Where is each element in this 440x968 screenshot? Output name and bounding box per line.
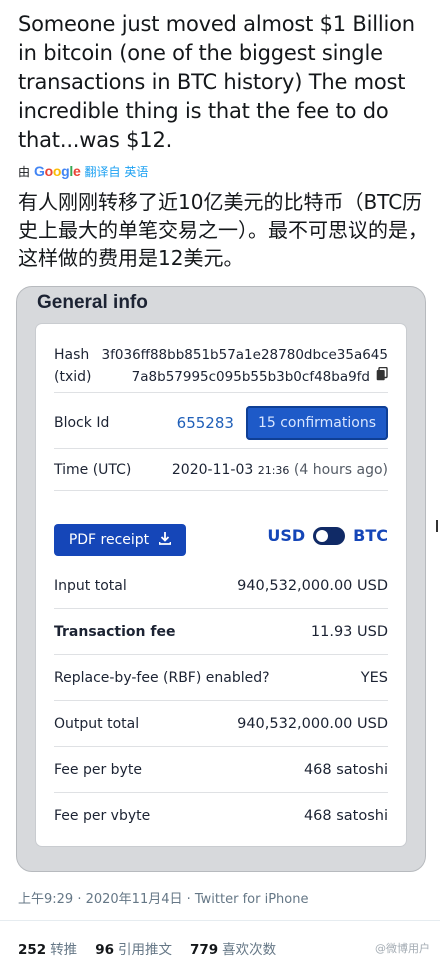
currency-btc-label: BTC: [353, 526, 388, 545]
tweet-text: Someone just moved almost $1 Billion in …: [18, 12, 415, 152]
detail-row-rbf: Replace-by-fee (RBF) enabled? YES: [54, 666, 388, 690]
currency-toggle-group: USD BTC: [267, 526, 388, 545]
detail-label: Fee per byte: [54, 762, 142, 778]
watermark: @微博用户: [375, 942, 430, 955]
likes-stat[interactable]: 779 喜欢次数: [190, 938, 276, 958]
divider: [0, 920, 440, 921]
detail-row-input-total: Input total 940,532,000.00 USD: [54, 574, 388, 598]
download-icon: [158, 531, 172, 549]
confirmations-badge: 15 confirmations: [245, 406, 388, 440]
detail-value: YES: [360, 670, 388, 686]
retweets-stat[interactable]: 252 转推: [18, 938, 77, 958]
detail-row-fee-per-vbyte: Fee per vbyte 468 satoshi: [54, 804, 388, 828]
quotes-stat[interactable]: 96 引用推文: [95, 938, 172, 958]
detail-label: Output total: [54, 716, 140, 732]
time-row: Time (UTC) 2020-11-03 21:36 (4 hours ago…: [54, 458, 388, 482]
translated-text: 有人刚刚转移了近10亿美元的比特币（BTC历史上最大的单笔交易之一）。最不可思议…: [18, 190, 428, 270]
card-title: General info: [37, 292, 148, 313]
detail-value: 940,532,000.00 USD: [237, 578, 388, 594]
hash-value: 3f036ff88bb851b57a1e28780dbce35a645 7a8b…: [102, 344, 388, 388]
google-logo: Google: [34, 163, 81, 179]
time-label: Time (UTC): [54, 462, 132, 478]
translation-attribution: 由 Google 翻译自 英语: [18, 162, 148, 180]
time-value: 2020-11-03 21:36 (4 hours ago): [171, 462, 388, 478]
block-label: Block Id: [54, 415, 110, 431]
general-info-card: Hash (txid) 3f036ff88bb851b57a1e28780dbc…: [36, 324, 406, 846]
detail-label: Replace-by-fee (RBF) enabled?: [54, 670, 270, 686]
detail-label: Input total: [54, 578, 127, 594]
detail-label: Transaction fee: [54, 624, 176, 640]
tweet-timestamp[interactable]: 上午9:29 · 2020年11月4日 · Twitter for iPhone: [18, 888, 308, 907]
detail-row-output-total: Output total 940,532,000.00 USD: [54, 712, 388, 736]
pdf-receipt-button[interactable]: PDF receipt: [54, 524, 186, 556]
detail-value: 11.93 USD: [310, 624, 388, 640]
detail-value: 940,532,000.00 USD: [237, 716, 388, 732]
detail-label: Fee per vbyte: [54, 808, 151, 824]
detail-value: 468 satoshi: [303, 762, 388, 778]
block-id-link[interactable]: 655283: [177, 414, 234, 432]
block-row: Block Id 655283 15 confirmations: [54, 406, 388, 440]
detail-row-transaction-fee: Transaction fee 11.93 USD: [54, 620, 388, 644]
translate-by-label: 由: [18, 164, 31, 179]
detail-value: 468 satoshi: [303, 808, 388, 824]
copy-icon[interactable]: [376, 366, 388, 388]
detail-row-fee-per-byte: Fee per byte 468 satoshi: [54, 758, 388, 782]
hash-label: Hash (txid): [54, 347, 92, 385]
edge-marker: [436, 520, 438, 532]
tweet-stats: 252 转推 96 引用推文 779 喜欢次数: [18, 938, 276, 958]
currency-usd-label: USD: [267, 526, 306, 545]
currency-toggle[interactable]: [313, 526, 346, 545]
translate-source-link[interactable]: 翻译自 英语: [85, 163, 149, 180]
